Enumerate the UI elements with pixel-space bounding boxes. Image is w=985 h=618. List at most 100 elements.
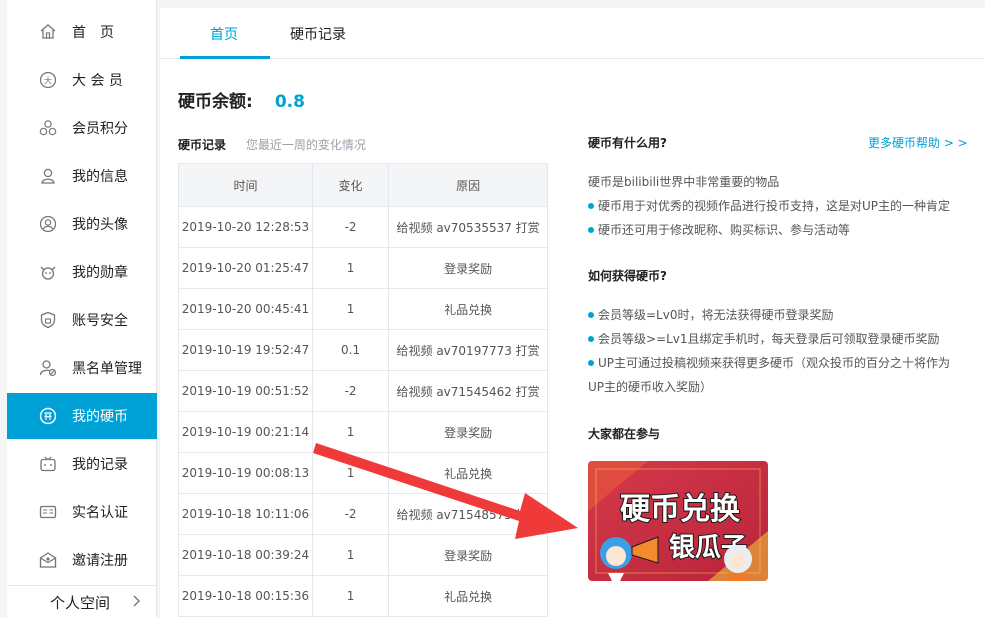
shield-icon	[39, 311, 57, 329]
column-header-reason: 原因	[388, 163, 548, 207]
medal-icon	[39, 263, 57, 281]
sidebar-item-coins[interactable]: 我的硬币	[7, 393, 157, 439]
main-panel: 首页 硬币记录 硬币余额: 0.8 硬币记录 您最近一周的变化情况 时间 变化 …	[160, 8, 985, 618]
records-subtitle: 您最近一周的变化情况	[245, 138, 366, 152]
table-header-row: 时间 变化 原因	[178, 163, 548, 207]
join-title: 大家都在参与	[588, 427, 661, 441]
sidebar-item-label: 账号安全	[72, 313, 128, 329]
tab-bar: 首页 硬币记录	[160, 8, 985, 59]
sidebar-item-label: 我的头像	[72, 217, 128, 233]
sidebar-item-label: 我的硬币	[72, 409, 128, 425]
records-title: 硬币记录	[178, 138, 227, 152]
cell-time: 2019-10-18 00:39:24	[178, 534, 313, 576]
sidebar-item-points[interactable]: 会员积分	[7, 105, 157, 151]
personal-space-link[interactable]: 个人空间	[7, 585, 157, 618]
table-row: 2019-10-19 00:08:13 1 礼品兑换	[178, 452, 548, 494]
cell-reason: 给视频 av70535537 打赏	[388, 206, 548, 248]
sidebar-item-avatar[interactable]: 我的头像	[7, 201, 157, 247]
invite-icon	[39, 551, 57, 569]
column-header-time: 时间	[178, 163, 313, 207]
tab-active-indicator	[180, 56, 270, 59]
how-point-continued: UP主的硬币收入奖励）	[588, 380, 713, 394]
sidebar-item-blacklist[interactable]: 黑名单管理	[7, 345, 157, 391]
balance-label: 硬币余额:	[178, 92, 253, 112]
column-header-change: 变化	[311, 163, 390, 207]
cell-time: 2019-10-19 00:51:52	[178, 370, 313, 412]
sidebar-item-invite[interactable]: 邀请注册	[7, 537, 157, 583]
cell-reason: 登录奖励	[388, 534, 548, 576]
vip-icon: 大	[39, 71, 57, 89]
cell-change: 1	[311, 452, 390, 494]
sidebar-item-medal[interactable]: 我的勋章	[7, 249, 157, 295]
sidebar-item-home[interactable]: 首 页	[7, 9, 157, 55]
sidebar-item-vip[interactable]: 大 大 会 员	[7, 57, 157, 103]
sidebar-item-label: 我的勋章	[72, 265, 128, 281]
sidebar-item-label: 我的记录	[72, 457, 128, 473]
table-row: 2019-10-20 01:25:47 1 登录奖励	[178, 247, 548, 289]
personal-space-label: 个人空间	[50, 593, 111, 612]
points-icon	[39, 119, 57, 137]
cell-reason: 登录奖励	[388, 247, 548, 289]
table-row: 2019-10-18 00:15:36 1 礼品兑换	[178, 575, 548, 617]
promo-illustration: 硬币兑换 银瓜子	[588, 461, 768, 581]
cell-reason: 礼品兑换	[388, 575, 548, 617]
cell-time: 2019-10-19 00:21:14	[178, 411, 313, 453]
cell-change: -2	[311, 493, 390, 535]
id-card-icon	[39, 503, 57, 521]
cell-change: -2	[311, 206, 390, 248]
what-intro: 硬币是bilibili世界中非常重要的物品	[588, 175, 780, 189]
cell-time: 2019-10-20 00:45:41	[178, 288, 313, 330]
cell-reason: 给视频 av70197773 打赏	[388, 329, 548, 371]
sidebar-item-records[interactable]: 我的记录	[7, 441, 157, 487]
cell-reason: 登录奖励	[388, 411, 548, 453]
sidebar-item-label: 大 会 员	[72, 73, 123, 89]
home-icon	[39, 23, 57, 41]
cell-reason: 给视频 av71545462 打赏	[388, 370, 548, 412]
sidebar-item-realname[interactable]: 实名认证	[7, 489, 157, 535]
table-row: 2019-10-18 10:11:06 -2 给视频 av71548575 打赏	[178, 493, 548, 535]
table-row: 2019-10-19 19:52:47 0.1 给视频 av70197773 打赏	[178, 329, 548, 371]
blacklist-icon	[39, 359, 57, 377]
cell-reason: 礼品兑换	[388, 452, 548, 494]
chevron-right-icon	[132, 594, 142, 612]
cell-change: 1	[311, 411, 390, 453]
table-row: 2019-10-20 00:45:41 1 礼品兑换	[178, 288, 548, 330]
tab-home[interactable]: 首页	[210, 24, 238, 44]
cell-change: 1	[311, 575, 390, 617]
tab-coin-records[interactable]: 硬币记录	[290, 24, 346, 44]
cell-change: -2	[311, 370, 390, 412]
sidebar-item-label: 我的信息	[72, 169, 128, 185]
promo-title-line1: 硬币兑换	[620, 492, 741, 527]
sidebar-item-label: 邀请注册	[72, 553, 128, 569]
cell-time: 2019-10-19 00:08:13	[178, 452, 313, 494]
cell-time: 2019-10-18 10:11:06	[178, 493, 313, 535]
cell-reason: 给视频 av71548575 打赏	[388, 493, 548, 535]
cell-time: 2019-10-20 01:25:47	[178, 247, 313, 289]
sidebar-item-label: 实名认证	[72, 505, 128, 521]
what-title: 硬币有什么用?	[588, 136, 667, 150]
what-point: 硬币还可用于修改昵称、购买标识、参与活动等	[588, 218, 850, 242]
tv-icon	[39, 455, 57, 473]
coin-records-table: 时间 变化 原因 2019-10-20 12:28:53 -2 给视频 av7053…	[178, 163, 548, 617]
sidebar-item-info[interactable]: 我的信息	[7, 153, 157, 199]
table-row: 2019-10-18 00:39:24 1 登录奖励	[178, 534, 548, 576]
cell-change: 1	[311, 247, 390, 289]
more-coin-help-link[interactable]: 更多硬币帮助 > >	[868, 134, 968, 151]
coin-balance: 硬币余额: 0.8	[178, 87, 305, 112]
sidebar-item-label: 首 页	[72, 25, 114, 41]
cell-time: 2019-10-19 19:52:47	[178, 329, 313, 371]
coin-icon	[39, 407, 57, 425]
how-point: 会员等级>=Lv1且绑定手机时，每天登录后可领取登录硬币奖励	[588, 327, 940, 351]
sidebar-item-label: 黑名单管理	[72, 361, 142, 377]
what-point: 硬币用于对优秀的视频作品进行投币支持，这是对UP主的一种肯定	[588, 194, 950, 218]
avatar-icon	[39, 215, 57, 233]
cell-change: 1	[311, 534, 390, 576]
user-icon	[39, 167, 57, 185]
cell-change: 1	[311, 288, 390, 330]
table-row: 2019-10-20 12:28:53 -2 给视频 av70535537 打赏	[178, 206, 548, 248]
balance-value: 0.8	[274, 92, 305, 112]
svg-text:大: 大	[44, 76, 52, 86]
table-row: 2019-10-19 00:21:14 1 登录奖励	[178, 411, 548, 453]
sidebar-item-security[interactable]: 账号安全	[7, 297, 157, 343]
coin-exchange-promo-banner[interactable]: 硬币兑换 银瓜子	[588, 461, 768, 581]
